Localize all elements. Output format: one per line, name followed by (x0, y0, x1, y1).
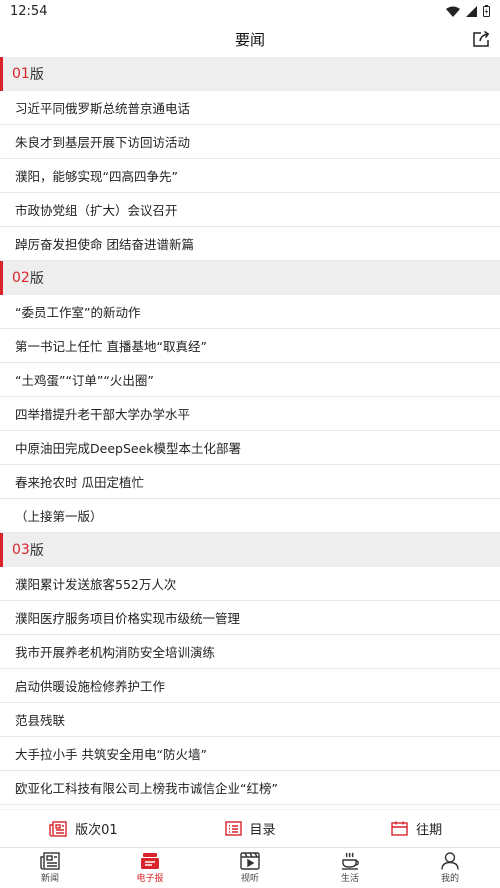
tab-profile[interactable]: 我的 (400, 848, 500, 888)
status-bar: 12:54 (0, 0, 500, 22)
section-number: 03 (12, 542, 30, 558)
calendar-icon (391, 821, 408, 836)
status-time: 12:54 (10, 3, 48, 19)
catalog-button[interactable]: 目录 (167, 819, 334, 838)
edition-button[interactable]: 版次01 (0, 819, 167, 838)
article-item[interactable]: 濮阳，能够实现“四高四争先” (0, 159, 500, 193)
user-icon (441, 852, 459, 870)
archive-button[interactable]: 往期 (333, 819, 500, 838)
list-icon (224, 821, 242, 836)
article-item[interactable]: 启动供暖设施检修养护工作 (0, 669, 500, 703)
section-header-02[interactable]: 02 版 (0, 261, 500, 295)
section-suffix: 版 (29, 543, 44, 559)
signal-icon (466, 5, 477, 17)
article-item[interactable]: 习近平同俄罗斯总统普京通电话 (0, 91, 500, 125)
page-title: 要闻 (234, 31, 265, 49)
edition-label: 版次01 (75, 823, 118, 838)
article-item[interactable]: 朱良才到基层开展下访回访活动 (0, 125, 500, 159)
edition-toolbar: 版次01 目录 往期 (0, 809, 500, 847)
share-button[interactable] (470, 28, 492, 50)
battery-icon (483, 5, 490, 17)
tab-label: 我的 (440, 874, 459, 884)
wifi-icon (446, 6, 460, 17)
article-item[interactable]: 我市开展养老机构消防安全培训演练 (0, 635, 500, 669)
status-icons (446, 5, 490, 17)
newspaper-icon (40, 852, 60, 870)
section-suffix: 版 (29, 271, 44, 287)
tab-epaper[interactable]: 电子报 (100, 848, 200, 888)
article-item[interactable]: 踔厉奋发担使命 团结奋进谱新篇 (0, 227, 500, 261)
archive-label: 往期 (416, 823, 443, 838)
article-item[interactable]: 范县残联 (0, 703, 500, 737)
section-header-01[interactable]: 01 版 (0, 57, 500, 91)
section-number: 02 (12, 270, 30, 286)
article-item[interactable]: 濮阳累计发送旅客552万人次 (0, 567, 500, 601)
catalog-label: 目录 (249, 823, 276, 838)
article-item[interactable]: 中原油田完成DeepSeek模型本土化部署 (0, 431, 500, 465)
tab-video[interactable]: 视听 (200, 848, 300, 888)
article-list: 01 版 习近平同俄罗斯总统普京通电话 朱良才到基层开展下访回访活动 濮阳，能够实… (0, 57, 500, 809)
article-item[interactable]: 欧亚化工科技有限公司上榜我市诚信企业“红榜” (0, 771, 500, 805)
article-item[interactable]: 四举措提升老干部大学办学水平 (0, 397, 500, 431)
tab-news[interactable]: 新闻 (0, 848, 100, 888)
tab-label: 电子报 (136, 874, 164, 884)
article-item[interactable]: 春来抢农时 瓜田定植忙 (0, 465, 500, 499)
app-header: 要闻 (0, 22, 500, 57)
article-item[interactable]: 濮阳医疗服务项目价格实现市级统一管理 (0, 601, 500, 635)
tab-label: 新闻 (40, 874, 59, 884)
epaper-icon (141, 853, 159, 869)
video-icon (240, 852, 260, 870)
bottom-tab-bar: 新闻 电子报 视听 生活 我的 (0, 847, 500, 888)
coffee-cup-icon (342, 852, 359, 870)
section-suffix: 版 (29, 67, 44, 83)
tab-label: 视听 (240, 874, 259, 884)
article-item[interactable]: “委员工作室”的新动作 (0, 295, 500, 329)
article-item[interactable]: 市政协党组（扩大）会议召开 (0, 193, 500, 227)
article-item[interactable]: 大手拉小手 共筑安全用电“防火墙” (0, 737, 500, 771)
article-item[interactable]: “土鸡蛋”“订单”“火出圈” (0, 363, 500, 397)
tab-label: 生活 (340, 874, 359, 884)
article-item[interactable]: （上接第一版） (0, 499, 500, 533)
share-icon (473, 30, 490, 47)
newspaper-icon (49, 820, 67, 837)
article-item[interactable]: 第一书记上任忙 直播基地“取真经” (0, 329, 500, 363)
tab-life[interactable]: 生活 (300, 848, 400, 888)
section-header-03[interactable]: 03 版 (0, 533, 500, 567)
section-number: 01 (12, 66, 30, 82)
